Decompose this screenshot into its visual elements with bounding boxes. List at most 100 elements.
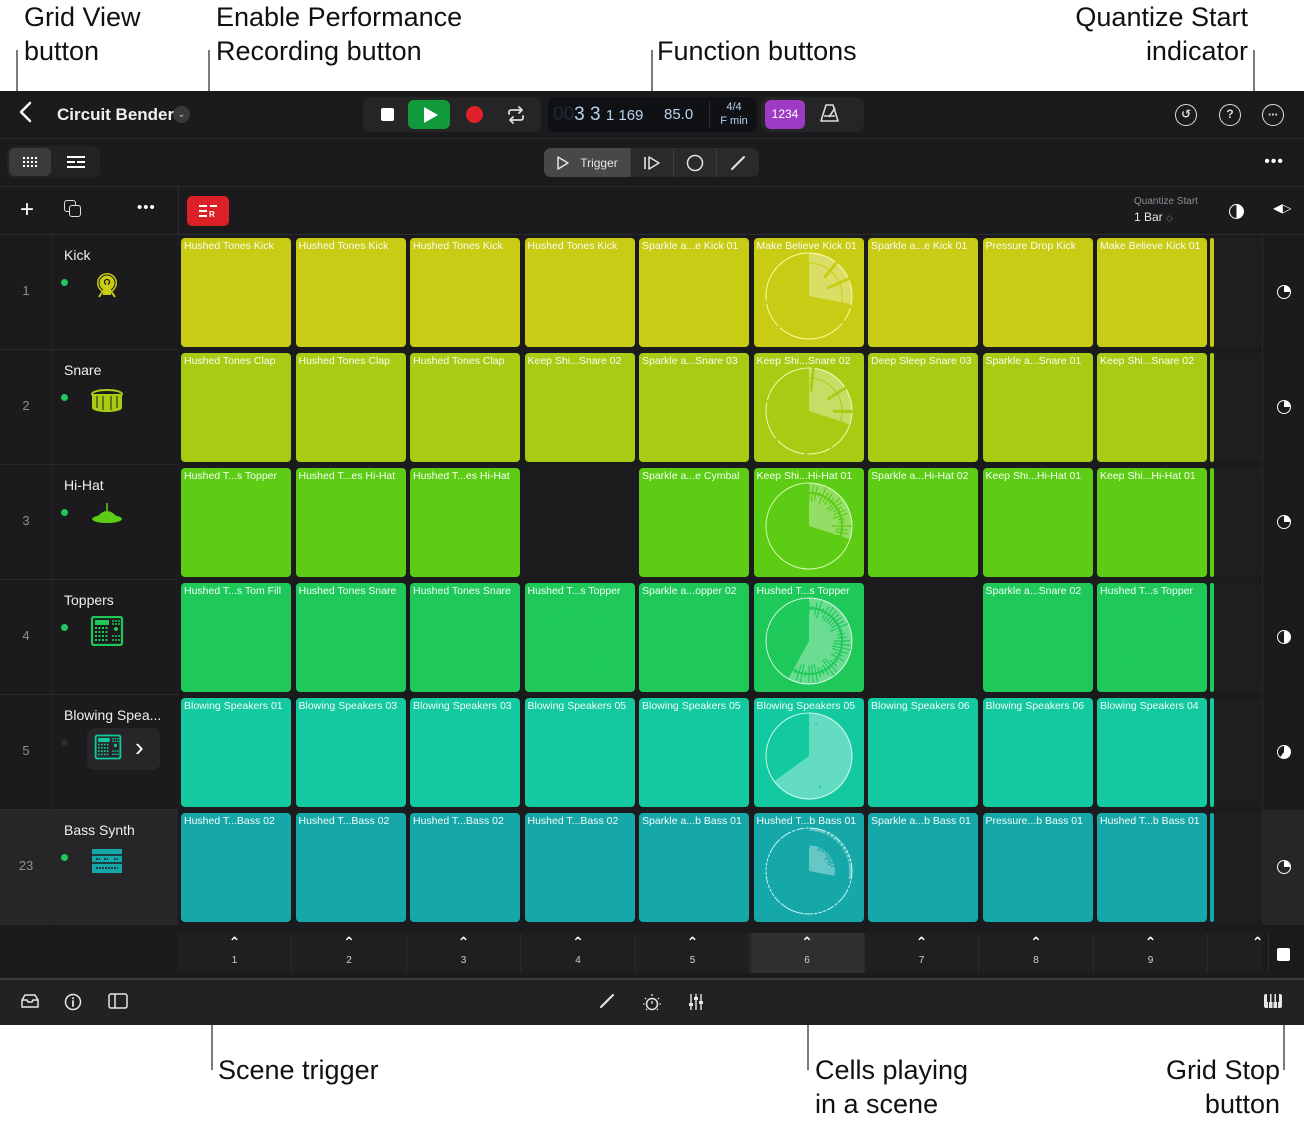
clip-cell[interactable]: Hushed Tones Clap xyxy=(181,353,291,462)
clip-cell[interactable]: Hushed T...b Bass 01 xyxy=(1097,813,1207,922)
scene-trigger-button[interactable]: ⌃ 4 xyxy=(522,933,636,973)
clip-cell[interactable]: Sparkle a...e Kick 01 xyxy=(868,238,978,347)
lcd-display[interactable]: 003 3 1 169 85.0 4/4 F min xyxy=(548,97,757,132)
clip-cell[interactable]: Hushed T...es Hi-Hat xyxy=(295,468,406,577)
browser-button[interactable] xyxy=(20,993,40,1013)
clip-cell[interactable]: Blowing Speakers 05 xyxy=(639,698,749,807)
clip-cell[interactable]: Sparkle a...b Bass 01 xyxy=(639,813,749,922)
clip-cell[interactable]: Hushed T...s Topper xyxy=(181,468,291,577)
track-stop-button[interactable] xyxy=(1263,810,1304,925)
clip-cell[interactable]: Blowing Speakers 06 xyxy=(982,698,1093,807)
track-header[interactable]: 3 Hi-Hat xyxy=(0,465,178,580)
track-stop-button[interactable] xyxy=(1263,235,1304,350)
add-track-button[interactable]: + xyxy=(20,196,34,224)
clip-cell[interactable]: Make Believe Kick 01 xyxy=(753,238,864,347)
grid-stop-button[interactable] xyxy=(1277,948,1290,961)
track-header[interactable]: 2 Snare xyxy=(0,350,178,465)
track-stop-button[interactable] xyxy=(1263,580,1304,695)
clip-cell[interactable]: Deep Sleep Snare 03 xyxy=(868,353,978,462)
clip-cell[interactable]: Sparkle a...b Bass 01 xyxy=(868,813,978,922)
track-header[interactable]: 1 Kick xyxy=(0,235,178,350)
clip-cell[interactable]: Hushed T...Bass 02 xyxy=(524,813,635,922)
empty-slot[interactable] xyxy=(1213,813,1264,922)
empty-slot[interactable] xyxy=(1213,238,1264,347)
clip-cell[interactable]: Hushed Tones Snare xyxy=(295,583,406,692)
collapse-columns-button[interactable]: ◀▷ xyxy=(1273,201,1291,215)
clip-cell[interactable]: Hushed T...s Topper xyxy=(1097,583,1207,692)
clip-cell[interactable]: Sparkle a...e Cymbal xyxy=(639,468,749,577)
clip-cell[interactable]: Hushed T...Bass 02 xyxy=(181,813,291,922)
clip-cell[interactable]: Sparkle a...opper 02 xyxy=(639,583,749,692)
clip-cell[interactable]: Blowing Speakers 04 xyxy=(1097,698,1207,807)
scene-trigger-button[interactable]: ⌃ 6 xyxy=(750,933,865,973)
scene-trigger-button[interactable]: ⌃ 9 xyxy=(1094,933,1208,973)
clip-cell[interactable]: Sparkle a...Snare 02 xyxy=(982,583,1093,692)
clip-cell[interactable]: Sparkle a...Hi-Hat 02 xyxy=(868,468,978,577)
metronome-button[interactable] xyxy=(819,103,841,125)
grid-more-button[interactable]: ••• xyxy=(1264,153,1284,171)
clip-cell[interactable]: Pressure...b Bass 01 xyxy=(982,813,1093,922)
enable-performance-recording-button[interactable]: R xyxy=(187,196,229,226)
empty-slot[interactable] xyxy=(1213,353,1264,462)
clip-cell[interactable]: Hushed Tones Kick xyxy=(410,238,520,347)
track-header[interactable]: 5 Blowing Spea... › xyxy=(0,695,178,810)
undo-button[interactable]: ↺ xyxy=(1175,104,1197,126)
project-title[interactable]: Circuit Bender xyxy=(57,105,174,125)
track-stop-button[interactable] xyxy=(1263,465,1304,580)
track-stop-button[interactable] xyxy=(1263,695,1304,810)
clip-cell[interactable]: Hushed Tones Kick xyxy=(524,238,635,347)
clip-cell[interactable]: Keep Shi...Snare 02 xyxy=(1097,353,1207,462)
clip-cell[interactable]: Pressure Drop Kick xyxy=(982,238,1093,347)
record-mode-button[interactable] xyxy=(674,148,717,177)
clip-cell[interactable]: Hushed T...s Topper xyxy=(524,583,635,692)
clip-cell[interactable]: Hushed T...s Topper xyxy=(753,583,864,692)
back-button[interactable] xyxy=(18,101,40,127)
clip-cell[interactable]: Sparkle a...Snare 03 xyxy=(639,353,749,462)
clip-cell[interactable]: Blowing Speakers 03 xyxy=(295,698,406,807)
clip-cell[interactable]: Keep Shi...Hi-Hat 01 xyxy=(753,468,864,577)
scene-trigger-button[interactable]: ⌃ 7 xyxy=(865,933,979,973)
empty-slot[interactable] xyxy=(1213,468,1264,577)
clip-cell[interactable]: Sparkle a...e Kick 01 xyxy=(639,238,749,347)
track-stop-button[interactable] xyxy=(1263,350,1304,465)
keyboard-button[interactable] xyxy=(1263,993,1283,1013)
clip-cell[interactable]: Blowing Speakers 03 xyxy=(410,698,520,807)
clip-cell[interactable]: Hushed Tones Kick xyxy=(181,238,291,347)
scene-trigger-button[interactable]: ⌃ xyxy=(1209,933,1269,973)
instrument-plugin-button[interactable]: › xyxy=(87,728,160,770)
clip-cell[interactable]: Hushed Tones Kick xyxy=(295,238,406,347)
more-options-button[interactable]: ⋯ xyxy=(1262,104,1284,126)
clip-cell[interactable]: Hushed T...es Hi-Hat xyxy=(410,468,520,577)
track-more-button[interactable]: ••• xyxy=(137,199,156,216)
sidebar-button[interactable] xyxy=(108,993,128,1013)
scene-trigger-button[interactable]: ⌃ 3 xyxy=(407,933,521,973)
clip-cell[interactable]: Make Believe Kick 01 xyxy=(1097,238,1207,347)
scene-trigger-button[interactable]: ⌃ 8 xyxy=(980,933,1094,973)
scene-trigger-button[interactable]: ⌃ 5 xyxy=(636,933,750,973)
scene-trigger-button[interactable]: ⌃ 1 xyxy=(178,933,292,973)
stop-button[interactable] xyxy=(366,100,408,129)
grid-view-button[interactable] xyxy=(9,148,51,176)
trigger-mode-button[interactable]: Trigger xyxy=(544,148,631,177)
duplicate-track-button[interactable] xyxy=(64,200,82,218)
clip-cell[interactable]: Hushed T...Bass 02 xyxy=(295,813,406,922)
clip-cell[interactable]: Keep Shi...Hi-Hat 01 xyxy=(1097,468,1207,577)
clip-cell[interactable]: Hushed T...b Bass 01 xyxy=(753,813,864,922)
count-in-button[interactable]: 1234 xyxy=(765,100,805,129)
empty-slot[interactable] xyxy=(1213,698,1264,807)
track-header[interactable]: 23 Bass Synth xyxy=(0,810,178,925)
play-button[interactable] xyxy=(408,100,450,129)
editor-button[interactable] xyxy=(599,993,615,1013)
quantize-start-value[interactable]: 1 Bar ◇ xyxy=(1134,210,1173,224)
clip-cell[interactable]: Keep Shi...Snare 02 xyxy=(524,353,635,462)
clip-cell[interactable]: Sparkle a...Snare 01 xyxy=(982,353,1093,462)
record-button[interactable] xyxy=(453,100,495,129)
empty-cell[interactable] xyxy=(868,583,978,692)
clip-cell[interactable]: Hushed Tones Snare xyxy=(410,583,520,692)
clip-cell[interactable]: Blowing Speakers 06 xyxy=(868,698,978,807)
project-menu-chevron-icon[interactable]: ⌄ xyxy=(173,106,190,123)
smart-controls-button[interactable] xyxy=(642,993,662,1013)
empty-cell[interactable] xyxy=(524,468,635,577)
clip-cell[interactable]: Hushed T...Bass 02 xyxy=(410,813,520,922)
clip-cell[interactable]: Blowing Speakers 05 xyxy=(753,698,864,807)
